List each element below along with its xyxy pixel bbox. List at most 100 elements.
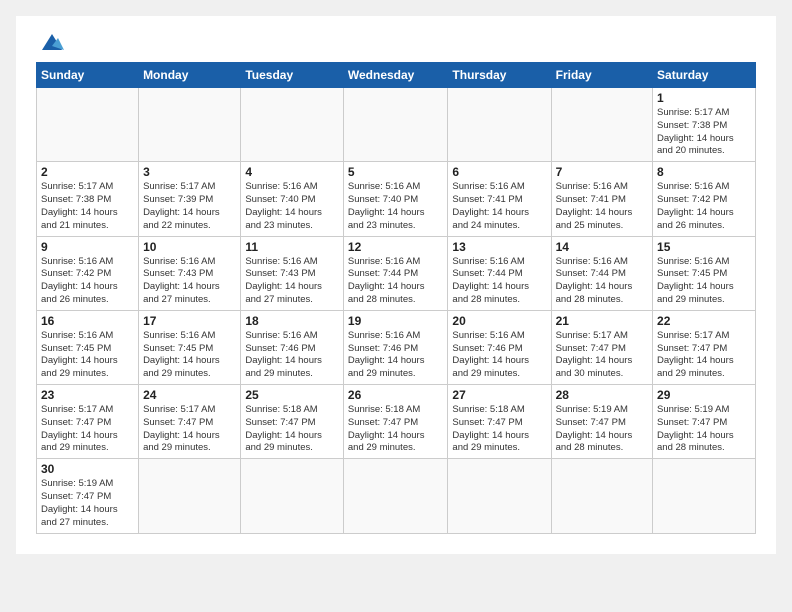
calendar-cell [551,459,652,533]
day-number: 18 [245,314,339,328]
calendar-header-monday: Monday [139,63,241,88]
day-info: Sunrise: 5:16 AM Sunset: 7:45 PM Dayligh… [657,256,751,307]
calendar-cell: 29Sunrise: 5:19 AM Sunset: 7:47 PM Dayli… [653,385,756,459]
calendar-cell [551,88,652,162]
calendar-cell: 12 Sunrise: 5:16 AM Sunset: 7:44 PM Dayli… [343,236,448,310]
day-info: Sunrise: 5:16 AM Sunset: 7:44 PM Dayligh… [348,256,444,307]
calendar-cell: 17 Sunrise: 5:16 AM Sunset: 7:45 PM Dayli… [139,310,241,384]
calendar-table: SundayMondayTuesdayWednesdayThursdayFrid… [36,62,756,534]
day-info: Sunrise: 5:16 AM Sunset: 7:45 PM Dayligh… [143,330,236,381]
day-number: 11 [245,240,339,254]
calendar-cell: 6 Sunrise: 5:16 AM Sunset: 7:41 PM Daylig… [448,162,551,236]
calendar-cell: 18Sunrise: 5:16 AM Sunset: 7:46 PM Dayli… [241,310,344,384]
calendar-cell: 28 Sunrise: 5:19 AM Sunset: 7:47 PM Dayli… [551,385,652,459]
day-number: 25 [245,388,339,402]
day-info: Sunrise: 5:18 AM Sunset: 7:47 PM Dayligh… [245,404,339,455]
calendar-cell: 20 Sunrise: 5:16 AM Sunset: 7:46 PM Dayli… [448,310,551,384]
day-number: 21 [556,314,648,328]
calendar-cell: 26 Sunrise: 5:18 AM Sunset: 7:47 PM Dayli… [343,385,448,459]
calendar-cell: 13Sunrise: 5:16 AM Sunset: 7:44 PM Dayli… [448,236,551,310]
day-number: 28 [556,388,648,402]
day-info: Sunrise: 5:16 AM Sunset: 7:46 PM Dayligh… [452,330,546,381]
calendar-cell: 7 Sunrise: 5:16 AM Sunset: 7:41 PM Daylig… [551,162,652,236]
calendar-header-thursday: Thursday [448,63,551,88]
day-info: Sunrise: 5:16 AM Sunset: 7:43 PM Dayligh… [143,256,236,307]
day-number: 9 [41,240,134,254]
calendar-week-row: 2Sunrise: 5:17 AM Sunset: 7:38 PM Daylig… [37,162,756,236]
day-number: 14 [556,240,648,254]
calendar-cell [139,88,241,162]
day-number: 10 [143,240,236,254]
calendar-cell: 27 Sunrise: 5:18 AM Sunset: 7:47 PM Dayli… [448,385,551,459]
calendar-week-row: 9 Sunrise: 5:16 AM Sunset: 7:42 PM Daylig… [37,236,756,310]
day-number: 16 [41,314,134,328]
day-number: 1 [657,91,751,105]
calendar-cell [653,459,756,533]
calendar-cell: 1Sunrise: 5:17 AM Sunset: 7:38 PM Daylig… [653,88,756,162]
calendar-header-row: SundayMondayTuesdayWednesdayThursdayFrid… [37,63,756,88]
day-number: 23 [41,388,134,402]
day-info: Sunrise: 5:16 AM Sunset: 7:42 PM Dayligh… [657,181,751,232]
calendar-page: SundayMondayTuesdayWednesdayThursdayFrid… [16,16,776,554]
day-number: 17 [143,314,236,328]
day-info: Sunrise: 5:16 AM Sunset: 7:41 PM Dayligh… [556,181,648,232]
calendar-cell: 22 Sunrise: 5:17 AM Sunset: 7:47 PM Dayli… [653,310,756,384]
calendar-cell: 15 Sunrise: 5:16 AM Sunset: 7:45 PM Dayli… [653,236,756,310]
calendar-cell: 30Sunrise: 5:19 AM Sunset: 7:47 PM Dayli… [37,459,139,533]
calendar-cell: 3Sunrise: 5:17 AM Sunset: 7:39 PM Daylig… [139,162,241,236]
calendar-week-row: 30Sunrise: 5:19 AM Sunset: 7:47 PM Dayli… [37,459,756,533]
calendar-cell: 4 Sunrise: 5:16 AM Sunset: 7:40 PM Daylig… [241,162,344,236]
logo [36,32,66,52]
calendar-cell [241,459,344,533]
calendar-header-tuesday: Tuesday [241,63,344,88]
day-number: 6 [452,165,546,179]
day-number: 13 [452,240,546,254]
day-info: Sunrise: 5:19 AM Sunset: 7:47 PM Dayligh… [556,404,648,455]
day-number: 4 [245,165,339,179]
calendar-cell: 2Sunrise: 5:17 AM Sunset: 7:38 PM Daylig… [37,162,139,236]
day-info: Sunrise: 5:16 AM Sunset: 7:40 PM Dayligh… [348,181,444,232]
calendar-week-row: 1Sunrise: 5:17 AM Sunset: 7:38 PM Daylig… [37,88,756,162]
calendar-header-saturday: Saturday [653,63,756,88]
day-number: 7 [556,165,648,179]
calendar-cell [448,88,551,162]
day-info: Sunrise: 5:17 AM Sunset: 7:47 PM Dayligh… [41,404,134,455]
calendar-cell: 16 Sunrise: 5:16 AM Sunset: 7:45 PM Dayli… [37,310,139,384]
day-number: 30 [41,462,134,476]
day-info: Sunrise: 5:16 AM Sunset: 7:40 PM Dayligh… [245,181,339,232]
day-number: 12 [348,240,444,254]
day-info: Sunrise: 5:17 AM Sunset: 7:39 PM Dayligh… [143,181,236,232]
calendar-cell: 21Sunrise: 5:17 AM Sunset: 7:47 PM Dayli… [551,310,652,384]
day-info: Sunrise: 5:16 AM Sunset: 7:45 PM Dayligh… [41,330,134,381]
calendar-header-friday: Friday [551,63,652,88]
calendar-cell: 10 Sunrise: 5:16 AM Sunset: 7:43 PM Dayli… [139,236,241,310]
day-info: Sunrise: 5:18 AM Sunset: 7:47 PM Dayligh… [452,404,546,455]
day-number: 20 [452,314,546,328]
calendar-cell [241,88,344,162]
day-info: Sunrise: 5:16 AM Sunset: 7:43 PM Dayligh… [245,256,339,307]
calendar-cell [448,459,551,533]
calendar-cell: 5 Sunrise: 5:16 AM Sunset: 7:40 PM Daylig… [343,162,448,236]
calendar-header-sunday: Sunday [37,63,139,88]
day-number: 8 [657,165,751,179]
calendar-week-row: 23 Sunrise: 5:17 AM Sunset: 7:47 PM Dayli… [37,385,756,459]
calendar-cell: 25 Sunrise: 5:18 AM Sunset: 7:47 PM Dayli… [241,385,344,459]
day-number: 22 [657,314,751,328]
day-info: Sunrise: 5:16 AM Sunset: 7:41 PM Dayligh… [452,181,546,232]
calendar-cell: 24Sunrise: 5:17 AM Sunset: 7:47 PM Dayli… [139,385,241,459]
day-info: Sunrise: 5:16 AM Sunset: 7:44 PM Dayligh… [556,256,648,307]
logo-icon [38,32,66,52]
day-number: 27 [452,388,546,402]
day-number: 15 [657,240,751,254]
day-info: Sunrise: 5:18 AM Sunset: 7:47 PM Dayligh… [348,404,444,455]
day-info: Sunrise: 5:17 AM Sunset: 7:47 PM Dayligh… [143,404,236,455]
calendar-cell [37,88,139,162]
day-number: 5 [348,165,444,179]
day-info: Sunrise: 5:16 AM Sunset: 7:46 PM Dayligh… [348,330,444,381]
calendar-header-wednesday: Wednesday [343,63,448,88]
day-number: 26 [348,388,444,402]
calendar-cell [139,459,241,533]
day-number: 19 [348,314,444,328]
day-info: Sunrise: 5:16 AM Sunset: 7:42 PM Dayligh… [41,256,134,307]
day-info: Sunrise: 5:17 AM Sunset: 7:47 PM Dayligh… [657,330,751,381]
